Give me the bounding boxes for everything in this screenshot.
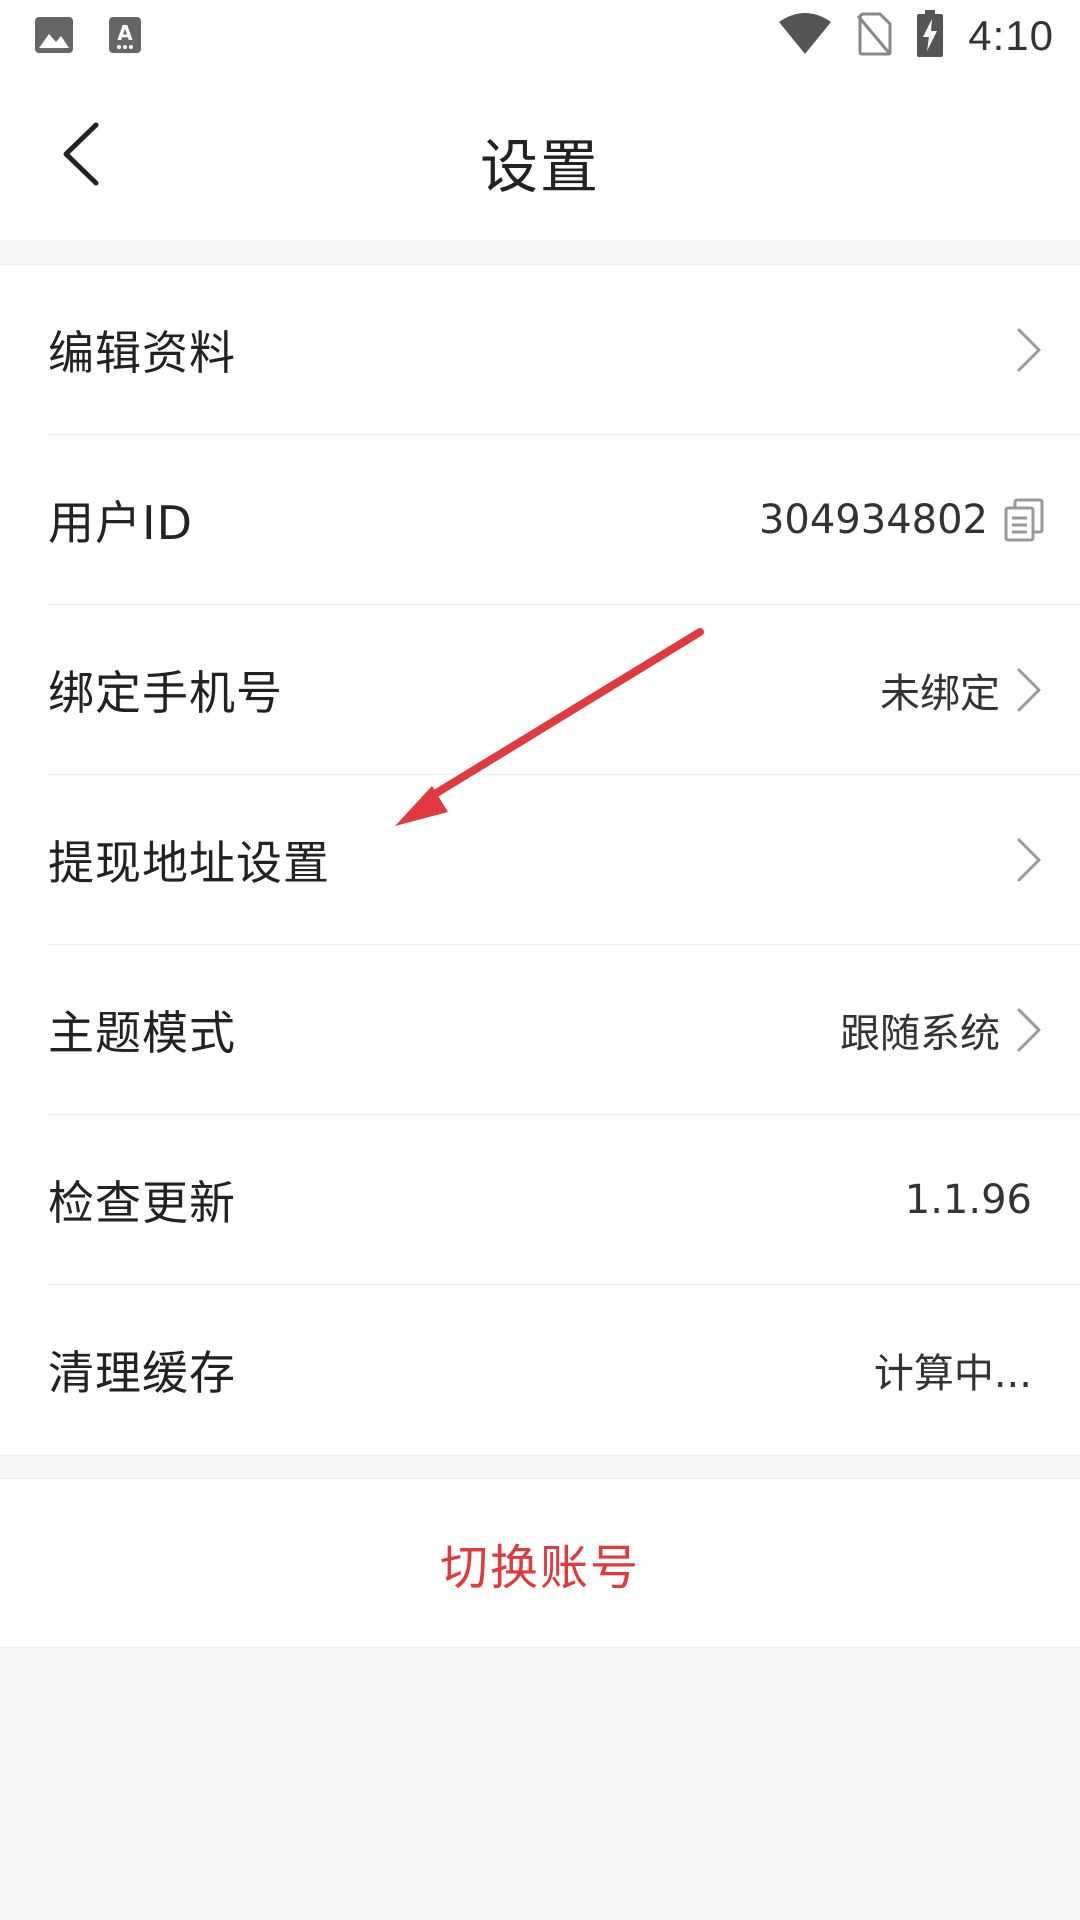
header-bar: 设置 bbox=[0, 72, 1080, 240]
page-title: 设置 bbox=[479, 133, 600, 201]
user-id-value: 304934802 bbox=[758, 497, 988, 543]
cache-size-value: 计算中... bbox=[873, 1351, 1032, 1397]
bind-phone-status: 未绑定 bbox=[880, 671, 1000, 717]
status-time: 4:10 bbox=[968, 12, 1054, 59]
settings-row-user-id[interactable]: 用户ID 304934802 bbox=[0, 435, 1080, 605]
settings-screen: A 4:10 设置 编辑资料 用户ID 304934802 绑定手机号 未绑定 … bbox=[0, 0, 1080, 1920]
settings-row-theme-mode[interactable]: 主题模式 跟随系统 bbox=[0, 945, 1080, 1115]
switch-account-label: 切换账号 bbox=[439, 1540, 640, 1596]
image-icon bbox=[34, 16, 74, 58]
settings-row-edit-profile[interactable]: 编辑资料 bbox=[0, 265, 1080, 435]
theme-mode-value: 跟随系统 bbox=[840, 1011, 1000, 1057]
settings-row-check-update[interactable]: 检查更新 1.1.96 bbox=[0, 1115, 1080, 1285]
copy-icon[interactable] bbox=[1002, 496, 1046, 544]
row-label: 编辑资料 bbox=[48, 326, 236, 380]
row-label: 清理缓存 bbox=[48, 1346, 236, 1400]
wifi-icon bbox=[778, 12, 832, 60]
chevron-right-icon bbox=[1012, 1005, 1046, 1055]
chevron-right-icon bbox=[1012, 665, 1046, 715]
chevron-right-icon bbox=[1012, 835, 1046, 885]
settings-row-clear-cache[interactable]: 清理缓存 计算中... bbox=[0, 1285, 1080, 1455]
svg-text:A: A bbox=[117, 21, 133, 45]
row-label: 提现地址设置 bbox=[48, 836, 330, 890]
text-a-icon: A bbox=[108, 16, 142, 58]
settings-list: 编辑资料 用户ID 304934802 绑定手机号 未绑定 提现地址设置 主题模… bbox=[0, 264, 1080, 1456]
chevron-right-icon bbox=[1012, 325, 1046, 375]
row-label: 主题模式 bbox=[48, 1006, 236, 1060]
switch-account-button[interactable]: 切换账号 bbox=[0, 1478, 1080, 1648]
battery-charging-icon bbox=[916, 10, 944, 62]
row-label: 用户ID bbox=[48, 496, 193, 550]
status-right-icons: 4:10 bbox=[778, 10, 1054, 62]
status-bar: A 4:10 bbox=[0, 0, 1080, 72]
no-sim-icon bbox=[856, 12, 892, 60]
settings-row-withdraw-address[interactable]: 提现地址设置 bbox=[0, 775, 1080, 945]
status-left-icons: A bbox=[34, 16, 142, 58]
row-label: 检查更新 bbox=[48, 1176, 236, 1230]
row-label: 绑定手机号 bbox=[48, 666, 283, 720]
settings-row-bind-phone[interactable]: 绑定手机号 未绑定 bbox=[0, 605, 1080, 775]
version-value: 1.1.96 bbox=[904, 1177, 1032, 1223]
